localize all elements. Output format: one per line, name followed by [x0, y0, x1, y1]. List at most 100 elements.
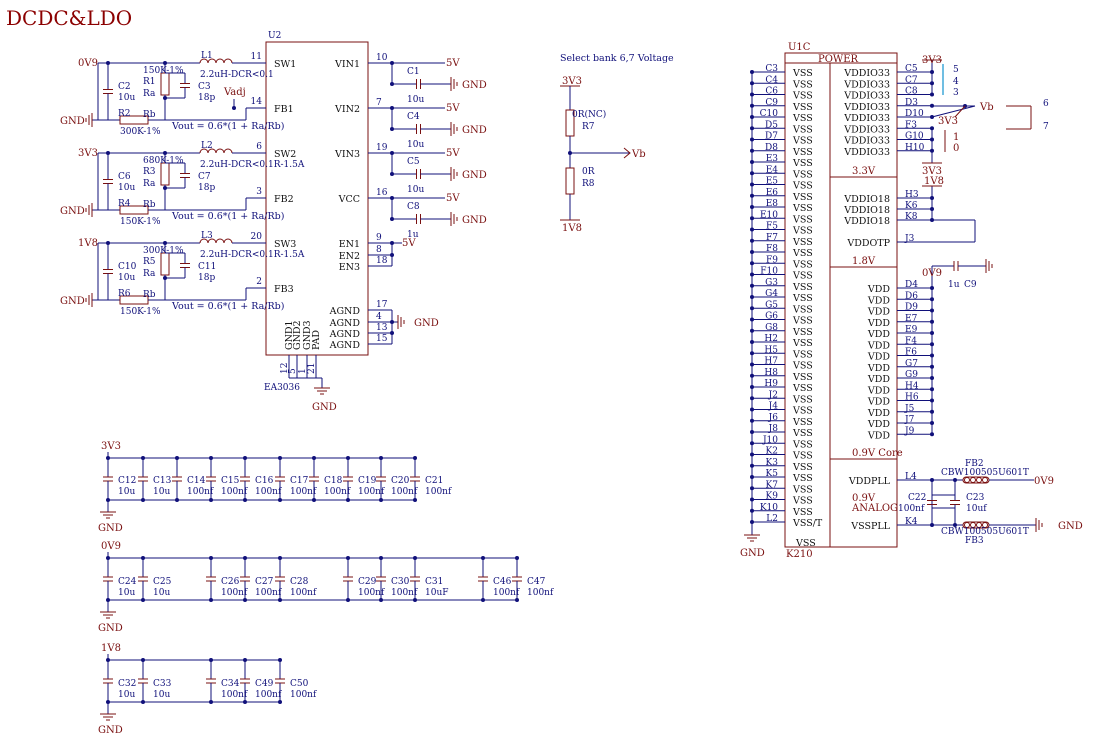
soc-vddio18-pin-name: VDDIO18	[843, 205, 890, 216]
u2-pin-name: FB2	[274, 194, 294, 205]
c9-ref: C9	[964, 280, 977, 290]
soc-vdd-pin-name: VDD	[867, 307, 890, 318]
r7-value: 0R(NC)	[572, 109, 606, 120]
u2-pin-num: 2	[256, 277, 262, 287]
regulator-part: EA3036	[264, 383, 300, 393]
decap-value: 100nf	[187, 487, 214, 497]
u2-pin-num: 18	[376, 256, 388, 266]
soc-vdd-pin-name: VDD	[867, 284, 890, 295]
net-vb-label: Vb	[631, 149, 646, 160]
soc-vdd-pin-num: J5	[904, 404, 915, 414]
buck-stage: 3V3L22.2uH-DCR<0.1R-1.5AC610uGND680K-1%R…	[60, 141, 305, 227]
schematic-canvas: DCDC&LDO U2 EA3036 11SW114FB16SW23FB220S…	[6, 6, 1083, 736]
bank-number: 6	[1043, 99, 1049, 109]
soc-vddio18-pin-num: K6	[905, 201, 918, 211]
soc-vddio33-pin-name: VDDIO33	[843, 113, 890, 124]
u2-pin-num: 7	[376, 98, 382, 108]
u2-pin-name: AGND	[329, 318, 361, 329]
soc-vdd-pin-name: VDD	[867, 374, 890, 385]
c23-ref: C23	[966, 493, 985, 503]
soc-vss-pin-num: C9	[765, 98, 778, 108]
buck-inductor-ref: L1	[201, 51, 213, 61]
soc-vddio33-pin-name: VDDIO33	[843, 124, 890, 135]
soc-vss-pin-num: G6	[765, 312, 778, 322]
buck-rb-label: Rb	[143, 110, 156, 120]
soc-vdd-pin-num: H4	[905, 381, 919, 391]
buck-cff-value: 18p	[198, 183, 215, 193]
soc-vss-bottom: VSS	[795, 538, 816, 549]
net-vb-label: Vb	[979, 102, 994, 113]
net-3v3-label: 3V3	[922, 55, 942, 66]
u2-pin-name: FB3	[274, 284, 294, 295]
regulator-u2: U2 EA3036 11 SW1 14 FB1 6 SW2 3 FB2 20 SW3 2 FB3 10 V…	[246, 31, 439, 413]
soc-vss-pin-name: VSS	[792, 293, 813, 304]
soc-vss-pin-num: C6	[765, 87, 778, 97]
ferrite-part: CBW100505U601T	[941, 527, 1029, 537]
bank-select-heading: Select bank 6,7 Voltage	[560, 53, 674, 64]
decap-ref: C18	[324, 476, 343, 486]
decap-value: 100nf	[391, 588, 418, 598]
decap-value: 10u	[118, 690, 135, 700]
u2-pin-num: 14	[251, 97, 263, 107]
regulator-ref: U2	[268, 31, 281, 41]
soc-vss-pin-num: F5	[766, 222, 778, 232]
soc-vdd-pin-num: H6	[905, 393, 919, 403]
soc-vss-pin-name: VSS	[792, 349, 813, 360]
soc-vss-pin-num: G8	[765, 323, 778, 333]
soc-vss-pin-num: K10	[760, 503, 778, 513]
buck-cap-ref: C6	[118, 172, 131, 182]
decap-ref: C33	[153, 679, 172, 689]
soc-vss-pin-name: VSS	[792, 428, 813, 439]
decap-bank-3v3: 3V3C1210uC1310uC14100nfC15100nfC16100nfC…	[98, 441, 452, 534]
soc-vss-pin-name: VSS	[792, 192, 813, 203]
u2-pin-num: 13	[376, 323, 388, 333]
soc-vddio33-pin-name: VDDIO33	[843, 79, 890, 90]
soc-vss-pin-name: VSS	[792, 158, 813, 169]
soc-ref: U1C	[788, 42, 811, 53]
soc-vss-pin-num: E6	[766, 188, 779, 198]
decap-ref: C24	[118, 577, 137, 587]
net-5v-label: 5V	[446, 58, 460, 69]
buck-cff-ref: C7	[198, 172, 211, 182]
input-cap-value: 10u	[407, 95, 424, 105]
soc-vss-pin-name: VSS	[792, 451, 813, 462]
side-number: 1	[953, 132, 959, 143]
decap-value: 100nf	[290, 487, 317, 497]
input-cap-ref: C1	[407, 67, 420, 77]
u2-pin-name: VIN3	[334, 149, 360, 160]
soc-vss-pin-name: VSS	[792, 406, 813, 417]
soc-vss-pin-num: D8	[765, 143, 778, 153]
soc-vdd-pin-num: G9	[905, 370, 918, 380]
buck-rail-label: 3V3	[78, 148, 98, 159]
net-0v9-label: 0V9	[922, 268, 942, 279]
soc-vdd-pin-num: J7	[904, 415, 915, 425]
soc-vss-pin-num: F10	[760, 267, 778, 277]
ferrite-ref: FB3	[965, 536, 984, 546]
net-gnd-label: GND	[60, 206, 85, 217]
buck-rtop-value: 300K-1%	[143, 246, 184, 256]
u2-pin-name: AGND	[329, 329, 361, 340]
buck-cap-value: 10u	[118, 183, 135, 193]
u2-pin-num: 10	[376, 53, 388, 63]
decap-ref: C16	[255, 476, 274, 486]
decap-rail-label: 1V8	[101, 643, 121, 654]
u2-pin-num: 4	[376, 312, 382, 322]
soc-vdd-pin-name: VDD	[867, 329, 890, 340]
input-cap-ref: C5	[407, 157, 420, 167]
soc-vdd-pin-num: D9	[905, 303, 918, 313]
soc-vss-pin-num: D5	[765, 120, 778, 130]
soc-vddio33-pin-num: D3	[905, 98, 918, 108]
u2-pin-num: 11	[251, 52, 262, 62]
buck-rtop-value: 150K-1%	[143, 66, 184, 76]
soc-vdd-pin-name: VDD	[867, 419, 890, 430]
r7-ref: R7	[582, 122, 595, 132]
r8-ref: R8	[582, 179, 595, 189]
side-number: 3	[953, 88, 959, 98]
net-5v-label: 5V	[446, 148, 460, 159]
net-gnd-label: GND	[1058, 521, 1083, 532]
net-0v9-label: 0V9	[1034, 476, 1054, 487]
soc-vss-pin-name: VSS	[792, 462, 813, 473]
net-gnd-label: GND	[98, 725, 123, 736]
soc-header: POWER	[818, 54, 859, 65]
bank-number: 7	[1043, 122, 1049, 132]
